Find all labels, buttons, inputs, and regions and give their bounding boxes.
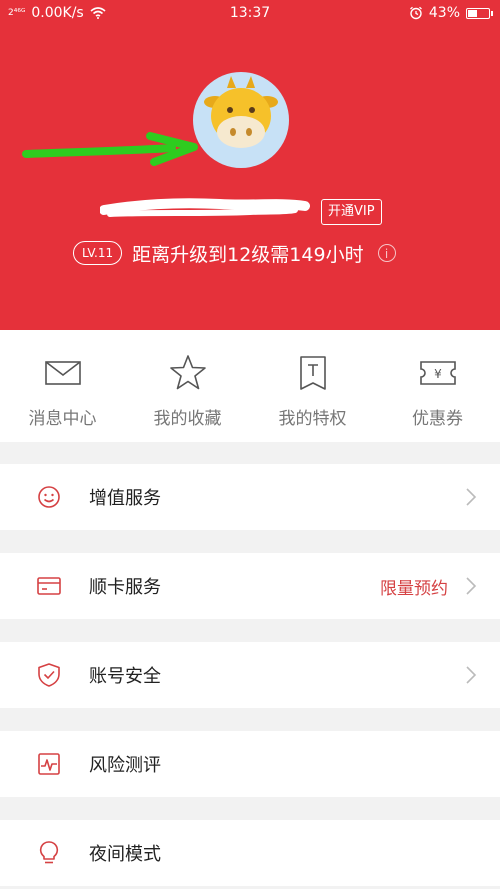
cow-mascot-icon: [204, 76, 278, 148]
vip-button[interactable]: 开通VIP: [321, 199, 382, 225]
menu-item-label: 顺卡服务: [89, 577, 161, 598]
arrow-annotation: [22, 132, 198, 166]
menu-item-risk-assessment[interactable]: 风险测评: [0, 731, 500, 797]
battery-icon: [466, 7, 493, 19]
menu-item-label: 账号安全: [89, 666, 161, 687]
coupon-icon: ¥: [420, 361, 456, 385]
chevron-right-icon: [466, 577, 477, 595]
shortcut-label: 消息中心: [28, 409, 97, 429]
shield-icon: [38, 663, 60, 687]
level-row: LV.11 距离升级到12级需149小时 i: [73, 240, 396, 266]
menu-item-label: 风险测评: [89, 755, 161, 776]
menu-item-card-service[interactable]: 顺卡服务 限量预约: [0, 553, 500, 619]
shortcut-label: 优惠券: [412, 409, 463, 429]
shortcut-messages[interactable]: 消息中心: [0, 330, 125, 442]
status-bar: 2⁴⁶ᴳ 0.00K/s 13:37 43%: [0, 0, 500, 28]
chevron-right-icon: [466, 488, 477, 506]
card-icon: [37, 577, 61, 595]
bulb-icon: [39, 841, 59, 864]
chart-icon: [38, 753, 60, 775]
menu-item-label: 夜间模式: [89, 844, 161, 865]
shortcut-label: 我的收藏: [153, 409, 222, 429]
shortcut-favorites[interactable]: 我的收藏: [125, 330, 250, 442]
star-icon: [170, 355, 206, 390]
shortcut-privileges[interactable]: 我的特权: [250, 330, 375, 442]
username-redacted: [99, 192, 310, 222]
shortcut-label: 我的特权: [278, 409, 347, 429]
menu-item-value-added[interactable]: 增值服务: [0, 464, 500, 530]
shortcut-bar: 消息中心 我的收藏 我的特权 ¥ 优惠券: [0, 330, 500, 442]
menu-item-night-mode[interactable]: 夜间模式: [0, 820, 500, 886]
chevron-right-icon: [466, 666, 477, 684]
info-icon[interactable]: i: [377, 244, 396, 262]
mail-icon: [45, 361, 81, 385]
privilege-icon: [300, 356, 326, 390]
menu-item-account-security[interactable]: 账号安全: [0, 642, 500, 708]
reservation-tag: 限量预约: [380, 579, 448, 599]
alarm-icon: [409, 6, 422, 20]
profile-header: 2⁴⁶ᴳ 0.00K/s 13:37 43% 开通VIP LV.11 距离升级到…: [0, 0, 500, 330]
avatar[interactable]: [193, 72, 289, 168]
battery-percent: 43%: [428, 5, 460, 21]
svg-text:¥: ¥: [434, 367, 442, 381]
menu-item-label: 增值服务: [89, 488, 161, 509]
level-badge: LV.11: [73, 241, 123, 265]
shortcut-coupons[interactable]: ¥ 优惠券: [375, 330, 500, 442]
smile-icon: [38, 486, 60, 508]
level-progress-text: 距离升级到12级需149小时: [132, 243, 364, 266]
